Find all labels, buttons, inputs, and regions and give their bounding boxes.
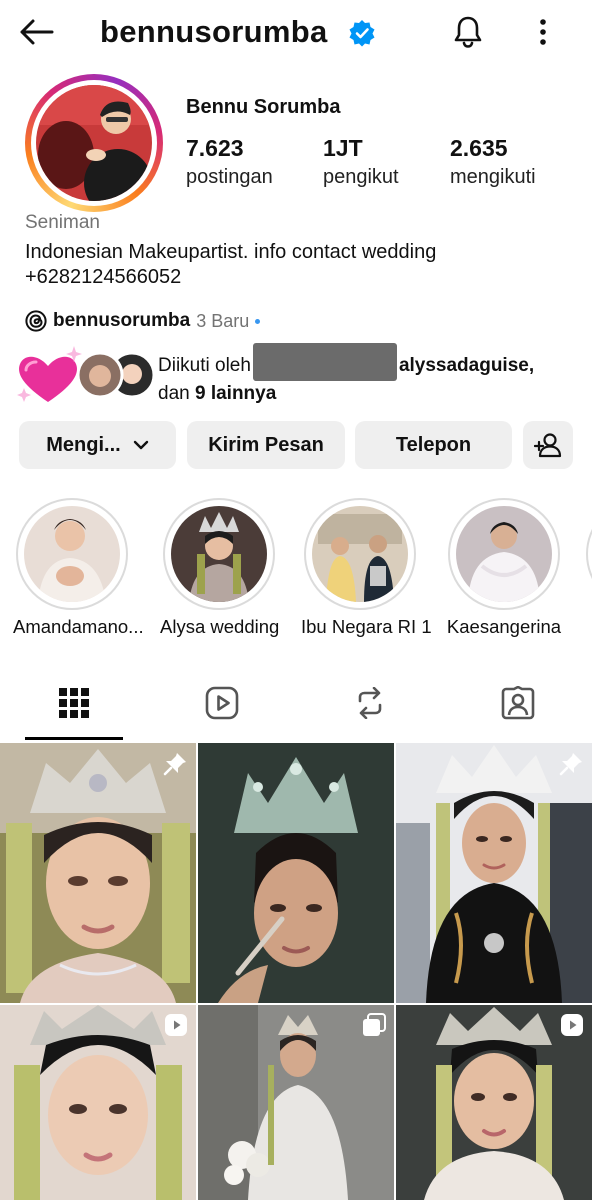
stat-followers[interactable]: 1JT pengikut [323,134,399,192]
highlight-label: Amandamano... [13,616,144,637]
post-thumbnail[interactable] [198,1005,394,1200]
active-tab-indicator [25,737,123,740]
tab-reels[interactable] [148,668,296,738]
stat-following-label: mengikuti [450,166,536,188]
add-person-icon [534,433,562,458]
profile-tab-bar [0,668,592,740]
redacted-username [252,343,397,381]
notifications-button[interactable] [446,12,490,52]
stat-followers-value: 1JT [323,135,363,161]
new-indicator-dot [255,318,261,324]
highlight-cover [312,506,408,602]
threads-icon [25,310,47,332]
bio-phone[interactable]: +6282124566052 [25,265,565,290]
reels-badge-icon [561,1014,583,1036]
verified-badge-icon [349,20,375,47]
threads-link[interactable]: bennusorumba 3 Baru [25,308,261,334]
story-highlight[interactable]: Amandamano... [13,498,144,638]
followed-by-suffix: dan [158,383,195,404]
following-button[interactable]: Mengi... [19,421,176,469]
sparkling-heart-icon [17,346,82,402]
more-vertical-icon [540,19,546,45]
more-options-button[interactable] [526,12,560,52]
followed-by-text[interactable]: Diikuti oleh alyssadaguise, dan 9 lainnya [158,343,578,406]
mutual-follower-name: alyssadaguise, [398,355,535,377]
profile-category: Seniman [25,212,100,233]
story-highlight[interactable]: Ibu Negara RI 1 [301,498,432,638]
stat-following-value: 2.635 [450,135,508,161]
pin-icon [559,753,582,776]
story-highlight[interactable]: Kaesangerina [445,498,563,638]
pin-icon [163,753,186,776]
threads-new-count: 3 Baru [196,310,250,331]
stat-posts-label: postingan [186,166,273,188]
highlight-label: Ibu Negara RI 1 [301,616,432,637]
post-thumbnail[interactable] [396,743,592,1003]
post-thumbnail[interactable] [0,743,196,1003]
repost-icon [358,687,382,719]
post-thumbnail[interactable] [0,1005,196,1200]
post-thumbnail[interactable] [198,743,394,1003]
carousel-icon [363,1013,386,1036]
following-button-label: Mengi... [46,433,121,456]
threads-handle: bennusorumba [53,310,191,331]
grid-icon [59,688,89,718]
message-button[interactable]: Kirim Pesan [187,421,345,469]
top-bar: bennusorumba [0,0,592,64]
suggested-users-button[interactable] [523,421,573,469]
tab-tagged[interactable] [444,668,592,738]
tab-posts[interactable] [0,668,148,738]
tab-reposts[interactable] [296,668,444,738]
stat-followers-label: pengikut [323,166,399,188]
reels-icon [205,686,239,720]
highlight-cover [24,506,120,602]
chevron-down-icon [133,440,148,450]
profile-username: bennusorumba [100,14,328,49]
highlight-label: Alysa wedding [160,616,280,637]
tagged-icon [501,686,535,720]
followed-by-others: 9 lainnya [194,383,277,404]
stat-following[interactable]: 2.635 mengikuti [450,134,536,192]
profile-bio: Indonesian Makeupartist. info contact we… [25,240,565,290]
profile-avatar[interactable] [36,85,152,201]
post-thumbnail[interactable] [396,1005,592,1200]
bell-icon [454,16,482,48]
highlight-cover [456,506,552,602]
story-highlight[interactable]: Alysa wedding [160,498,280,638]
mutual-followers-avatars[interactable] [14,342,156,410]
arrow-left-icon [20,19,54,45]
profile-full-name: Bennu Sorumba [186,96,341,118]
stat-posts[interactable]: 7.623 postingan [186,134,273,192]
highlight-cover [171,506,267,602]
stat-posts-value: 7.623 [186,135,244,161]
highlight-label: Kaesangerina [446,616,562,637]
back-button[interactable] [14,12,58,52]
followed-by-prefix: Diikuti oleh [158,355,251,377]
reels-badge-icon [165,1014,187,1036]
call-button[interactable]: Telepon [355,421,512,469]
bio-line: Indonesian Makeupartist. info contact we… [25,241,437,263]
